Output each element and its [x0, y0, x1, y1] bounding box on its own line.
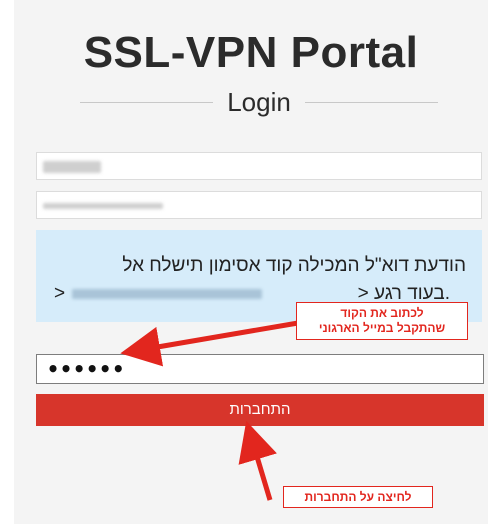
code-annotation-line-1: לכתוב את הקוד — [340, 306, 424, 320]
notice-line-1: הודעת דוא"ל המכילה קוד אסימון תישלח אל — [122, 255, 466, 276]
token-code-input[interactable]: •••••• — [36, 354, 484, 384]
divider-right — [304, 101, 438, 103]
code-annotation: לכתוב את הקוד שהתקבל במייל הארגוני — [296, 302, 468, 340]
page-title: SSL-VPN Portal — [83, 28, 419, 77]
divider-left — [80, 101, 214, 103]
username-field[interactable] — [36, 152, 482, 180]
login-card: SSL-VPN Portal Login הודעת דוא"ל המכילה … — [14, 0, 488, 524]
realm-field[interactable] — [36, 191, 482, 219]
code-annotation-line-2: שהתקבל במייל הארגוני — [318, 321, 446, 335]
notice-bracket: < — [54, 283, 66, 304]
login-button[interactable]: התחברות — [36, 394, 484, 426]
redacted-realm — [43, 203, 163, 209]
login-heading: Login — [80, 84, 438, 120]
login-annotation: לחיצה על התחברות — [283, 486, 433, 508]
login-label: Login — [227, 86, 291, 117]
redacted-username — [43, 161, 101, 173]
redacted-email — [72, 289, 262, 299]
